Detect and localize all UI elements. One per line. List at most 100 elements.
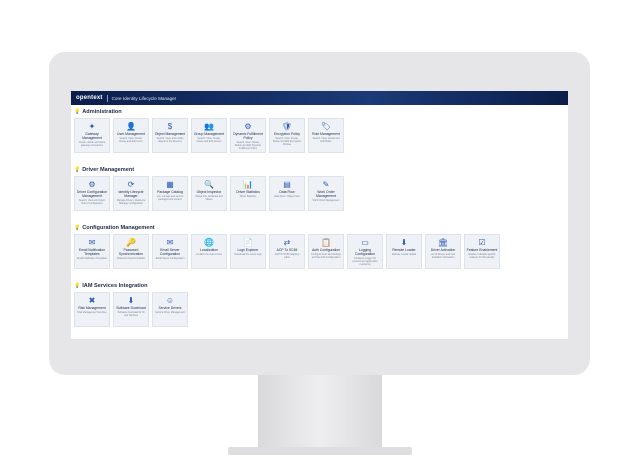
- tile-remote-loader[interactable]: ⬇ Remote Loader Remote Loader details: [386, 234, 422, 269]
- brand-logo[interactable]: opentext: [76, 95, 103, 101]
- tile-description: Search, View, and modify objects in the …: [156, 136, 184, 143]
- tile-label: Driver Configuration Management: [76, 190, 108, 198]
- monitor-base: [228, 447, 412, 455]
- tile-description: Search, View, Create, Delete and Edit En…: [272, 136, 302, 146]
- tile-description: Enable or disable specific features for …: [468, 252, 496, 259]
- tile-label: Email Notification Templates: [78, 248, 106, 256]
- lifecycle-icon: ⟳: [127, 180, 135, 189]
- section-title: IAM Services Integration: [82, 283, 148, 289]
- tile-description: Manage Drivers, Resource Manager configu…: [116, 198, 146, 205]
- app-window: opentext Core Identity Lifecycle Manager…: [71, 91, 568, 339]
- tile-download[interactable]: ⬇ Software Download Software download for …: [113, 292, 149, 327]
- email-icon: ✉: [88, 238, 96, 247]
- tile-description: Localize the web service: [195, 252, 223, 256]
- tile-description: Service Driver Management: [155, 310, 185, 314]
- auth-icon: 📋: [321, 238, 331, 247]
- section-driver-management: 💡 Driver Management ⚙ Driver Configuratio…: [74, 166, 565, 211]
- tile-row: ✉ Email Notification Templates Email Notif…: [74, 234, 565, 269]
- section-title: Administration: [82, 109, 122, 115]
- tile-gateway[interactable]: ✦ Gateway Management Create, delete and sh…: [74, 118, 110, 153]
- tile-description: Search, View, Create, Delete and Edit Gr…: [196, 136, 222, 143]
- tile-user[interactable]: 👤 User Management Search, View, Create, De…: [113, 118, 149, 153]
- tile-service-drivers[interactable]: ☺ Service Drivers Service Driver Managemen…: [152, 292, 188, 327]
- tile-globe[interactable]: 🌐 Localization Localize the web service: [191, 234, 227, 269]
- service-drivers-icon: ☺: [165, 296, 175, 305]
- tile-driver-activation[interactable]: 🏛 Driver Activation List of Drivers and th…: [425, 234, 461, 269]
- tile-role[interactable]: 🏷 Role Management Search, View, Create and…: [308, 118, 344, 153]
- tile-inspector[interactable]: 🔍 Object Inspector Object Info, Attributes…: [191, 176, 227, 211]
- globe-icon: 🌐: [204, 238, 214, 247]
- tile-label: Dynamic Fulfillment Policy: [233, 132, 263, 140]
- tile-description: List, manage and service packages and co…: [156, 194, 184, 201]
- tile-dataflow[interactable]: ▤ Data Flow Data Flow / Object Flow: [269, 176, 305, 211]
- section-title: Configuration Management: [82, 225, 155, 231]
- email-server-icon: ✉: [166, 238, 174, 247]
- tile-label: Email Server Configuration: [159, 248, 181, 256]
- tile-description: Email Server Configuration: [155, 256, 185, 260]
- tile-description: Email Notification Templates: [77, 256, 107, 260]
- section-title: Driver Management: [82, 167, 135, 173]
- password-icon: 🔑: [126, 238, 136, 247]
- workorder-icon: ✎: [322, 180, 330, 189]
- group-icon: 👥: [204, 122, 214, 131]
- header-divider: [106, 94, 108, 102]
- tile-logs[interactable]: 📄 Logs Explorer Download the server logs: [230, 234, 266, 269]
- tile-row: ✦ Gateway Management Create, delete and sh…: [74, 118, 565, 153]
- tile-label: Gateway Management: [82, 132, 102, 140]
- tile-row: ✖ Risk Management Risk Management Services…: [74, 292, 565, 327]
- section-iam-services: 💡 IAM Services Integration ✖ Risk Managem…: [74, 282, 565, 327]
- tile-label: Password Synchronization: [118, 248, 144, 256]
- section-bulb-icon: 💡: [74, 109, 81, 115]
- statistics-icon: 📊: [243, 180, 253, 189]
- tile-scim[interactable]: ⇄ ACP To SCIM ACP To SCIM mapping editor: [269, 234, 305, 269]
- scim-icon: ⇄: [283, 238, 291, 247]
- tile-statistics[interactable]: 📊 Driver Statistics Driver Statistics: [230, 176, 266, 211]
- tile-description: Object Info, Attributes and Values: [195, 194, 223, 201]
- tile-description: Software download for ID and Services: [117, 310, 145, 317]
- tile-description: Create, delete and share gateway connect…: [78, 140, 106, 147]
- tile-email-server[interactable]: ✉ Email Server Configuration Email Server …: [152, 234, 188, 269]
- tile-password[interactable]: 🔑 Password Synchronization Password Synchr…: [113, 234, 149, 269]
- tile-feature[interactable]: ☑ Feature Enablement Enable or disable spe…: [464, 234, 500, 269]
- tile-workorder[interactable]: ✎ Work Order Management Work Order Managem…: [308, 176, 344, 211]
- tile-risk[interactable]: ✖ Risk Management Risk Management Services: [74, 292, 110, 327]
- tile-description: Search, View, Create and Edit Roles: [312, 136, 340, 143]
- user-icon: 👤: [126, 122, 136, 131]
- tile-lifecycle[interactable]: ⟳ Identity Lifecycle Manager Manage Driver…: [113, 176, 149, 211]
- tile-description: Search, View, Create, Delete and Edit Us…: [119, 136, 143, 143]
- object-icon: $: [167, 122, 173, 131]
- tile-description: Search, View and Import Driver Configura…: [78, 198, 106, 205]
- tile-description: Configure Auth and Settings and Set Auth…: [311, 252, 341, 259]
- tile-row: ⚙ Driver Configuration Management Search, …: [74, 176, 565, 211]
- feature-icon: ☑: [478, 238, 486, 247]
- role-icon: 🏷: [320, 122, 332, 131]
- section-administration: 💡 Administration ✦ Gateway Management Crea…: [74, 108, 565, 153]
- section-bulb-icon: 💡: [74, 283, 81, 289]
- tile-description: Risk Management Services: [77, 310, 107, 314]
- gateway-icon: ✦: [88, 122, 96, 131]
- tile-email[interactable]: ✉ Email Notification Templates Email Notif…: [74, 234, 110, 269]
- driver-config-icon: ⚙: [88, 180, 96, 189]
- risk-icon: ✖: [88, 296, 96, 305]
- tile-fulfillment[interactable]: ⚙ Dynamic Fulfillment Policy Search, View,…: [230, 118, 266, 153]
- tile-auth[interactable]: 📋 Auth Configuration Configure Auth and Se…: [308, 234, 344, 269]
- tile-object[interactable]: $ Object Management Search, View, and modi…: [152, 118, 188, 153]
- monitor-stand: [258, 375, 382, 447]
- top-bar: opentext Core Identity Lifecycle Manager: [71, 91, 568, 105]
- tile-description: Download the server logs: [234, 252, 262, 256]
- tile-description: ACP To SCIM mapping editor: [274, 252, 300, 259]
- tile-description: List of Drivers and their activation inf…: [430, 252, 456, 259]
- encryption-icon: 🛡: [281, 122, 293, 131]
- tile-encryption[interactable]: 🛡 Encryption Policy Search, View, Create, …: [269, 118, 305, 153]
- tile-group[interactable]: 👥 Group Management Search, View, Create, D…: [191, 118, 227, 153]
- tile-description: Data Flow / Object Flow: [274, 194, 300, 198]
- remote-loader-icon: ⬇: [400, 238, 408, 247]
- tile-driver-config[interactable]: ⚙ Driver Configuration Management Search, …: [74, 176, 110, 211]
- tile-package[interactable]: ▦ Package Catalog List, manage and service…: [152, 176, 188, 211]
- tile-logging[interactable]: ▭ Logging Configuration Configure Logger f…: [347, 234, 383, 269]
- dataflow-icon: ▤: [283, 180, 291, 189]
- tile-description: Search, View, Create, Delete and Edit Dy…: [234, 140, 262, 150]
- inspector-icon: 🔍: [204, 180, 214, 189]
- tile-label: Work Order Management: [316, 190, 336, 198]
- tile-label: Logging Configuration: [354, 248, 376, 256]
